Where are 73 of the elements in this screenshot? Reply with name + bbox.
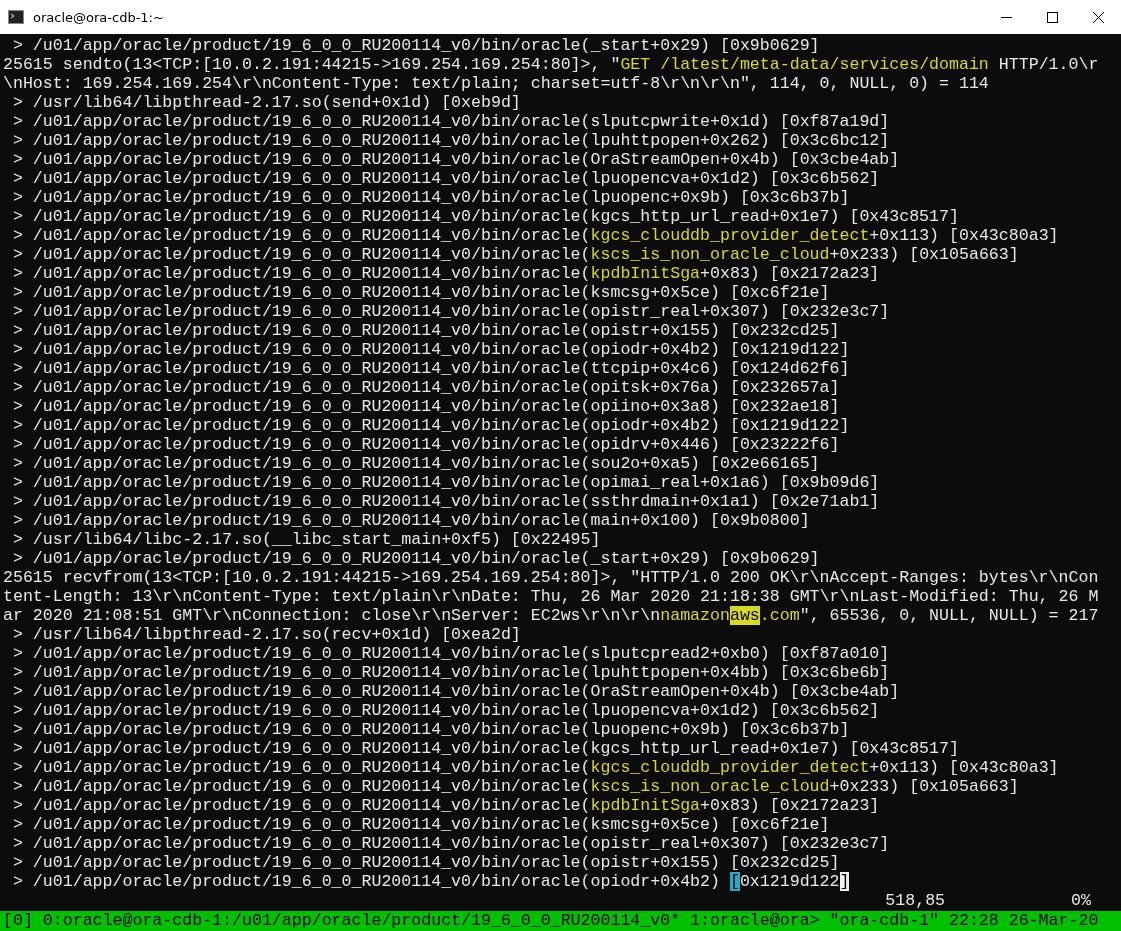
terminal-text: +0x233) [0x105a663] — [829, 245, 1019, 264]
terminal-text: +0x113) [0x43c80a3] — [869, 758, 1059, 777]
matching-bracket: [ — [729, 872, 740, 891]
terminal-text: > /u01/app/oracle/product/19_6_0_0_RU200114_v0/bin/oracle(lpuhttpopen+0x262) [0x3c6bc12] — [11, 131, 890, 150]
terminal-text: +0x233) [0x105a663] — [829, 777, 1019, 796]
highlighted-text: kgcs_clouddb_provider_detect — [590, 226, 870, 245]
highlighted-text: kscs_is_non_oracle_cloud — [590, 245, 830, 264]
terminal-text: > /u01/app/oracle/product/19_6_0_0_RU200114_v0/bin/oracle(ksmcsg+0x5ce) [0xc6f21e] — [11, 815, 830, 834]
terminal-text: > /u01/app/oracle/product/19_6_0_0_RU200114_v0/bin/oracle(opidrv+0x446) [0x23222f6] — [11, 435, 840, 454]
terminal-text: > /u01/app/oracle/product/19_6_0_0_RU200114_v0/bin/oracle(lpuhttpopen+0x4bb) [0x3c6be6b] — [11, 663, 890, 682]
highlighted-text: kscs_is_non_oracle_cloud — [590, 777, 830, 796]
terminal-text: > /u01/app/oracle/product/19_6_0_0_RU200114_v0/bin/oracle(opiino+0x3a8) [0x232ae18] — [11, 397, 840, 416]
highlighted-text: kpdbInitSga — [590, 264, 701, 283]
terminal-text: > /u01/app/oracle/product/19_6_0_0_RU200114_v0/bin/oracle( — [11, 226, 591, 245]
scroll-percent: 0% — [1071, 891, 1091, 910]
highlighted-text: kgcs_clouddb_provider_detect — [590, 758, 870, 777]
terminal-text: > /u01/app/oracle/product/19_6_0_0_RU200114_v0/bin/oracle(slputcpwrite+0x1d) [0xf87a19d] — [11, 112, 890, 131]
terminal-text: +0x113) [0x43c80a3] — [869, 226, 1059, 245]
close-icon — [1092, 11, 1104, 23]
highlighted-text: kpdbInitSga — [590, 796, 701, 815]
window-title: oracle@ora-cdb-1:~ — [33, 9, 165, 25]
terminal-text: > /u01/app/oracle/product/19_6_0_0_RU200114_v0/bin/oracle(opimai_real+0x1a6) [0x9b09d6] — [11, 473, 880, 492]
terminal-text: > /u01/app/oracle/product/19_6_0_0_RU200114_v0/bin/oracle(ksmcsg+0x5ce) [0xc6f21e] — [11, 283, 830, 302]
terminal-text: > /u01/app/oracle/product/19_6_0_0_RU200114_v0/bin/oracle(OraStreamOpen+0x4b) [0x3cbe4ab] — [11, 682, 900, 701]
terminal-text: > /u01/app/oracle/product/19_6_0_0_RU200114_v0/bin/oracle(lpuopenc+0x9b) [0x3c6b37b] — [11, 720, 850, 739]
terminal-text: > /u01/app/oracle/product/19_6_0_0_RU200114_v0/bin/oracle(_start+0x29) [0x9b0629] — [11, 549, 820, 568]
terminal-text: > /u01/app/oracle/product/19_6_0_0_RU200114_v0/bin/oracle(sou2o+0xa5) [0x2e66165] — [11, 454, 820, 473]
terminal-text: > /u01/app/oracle/product/19_6_0_0_RU200114_v0/bin/oracle( — [11, 758, 591, 777]
terminal-text: > /u01/app/oracle/product/19_6_0_0_RU200114_v0/bin/oracle(opiodr+0x4b2) — [11, 872, 721, 891]
highlighted-text: GET /latest/meta-data/services/domain — [620, 55, 989, 74]
terminal-text: 25615 recvfrom(13<TCP:[10.0.2.191:44215->169.254.169.254:80]>, "HTTP/1.0 200 OK\r\nAccept-Ranges: bytes\r\nCon — [3, 568, 1099, 587]
terminal-text: > /u01/app/oracle/product/19_6_0_0_RU200114_v0/bin/oracle(opiodr+0x4b2) [0x1219d122] — [11, 416, 850, 435]
maximize-icon — [1046, 11, 1058, 23]
terminal-text: tent-Length: 13\r\nContent-Type: text/plain\r\nDate: Thu, 26 Mar 2020 21:18:38 GMT\r\nLast-Modified: Thu, 26 M — [3, 587, 1099, 606]
terminal-text: > /usr/lib64/libc-2.17.so(__libc_start_main+0xf5) [0x22495] — [11, 530, 601, 549]
terminal-text: > /u01/app/oracle/product/19_6_0_0_RU200114_v0/bin/oracle(lpuopencva+0x1d2) [0x3c6b562] — [11, 169, 880, 188]
terminal-text: > /u01/app/oracle/product/19_6_0_0_RU200114_v0/bin/oracle(opistr_real+0x307) [0x232e3c7] — [11, 302, 890, 321]
search-match: aws — [729, 606, 760, 625]
terminal-text: > /u01/app/oracle/product/19_6_0_0_RU200114_v0/bin/oracle( — [11, 264, 591, 283]
terminal-text: > /u01/app/oracle/product/19_6_0_0_RU200114_v0/bin/oracle(kgcs_http_url_read+0x1e7) [0x43c8517] — [11, 207, 959, 226]
status-bar: [0] 0:oracle@ora-cdb-1:/u01/app/oracle/product/19_6_0_0_RU200114_v0* 1:oracle@ora> "ora-cdb-1" 22:28 26-Mar-20 — [0, 911, 1121, 931]
terminal-text: > /u01/app/oracle/product/19_6_0_0_RU200114_v0/bin/oracle(ssthrdmain+0x1a1) [0x2e71ab1] — [11, 492, 880, 511]
terminal-text: > /u01/app/oracle/product/19_6_0_0_RU200114_v0/bin/oracle(ttcpip+0x4c6) [0x124d62f6] — [11, 359, 850, 378]
terminal-text: > /usr/lib64/libpthread-2.17.so(send+0x1d) [0xeb9d] — [11, 93, 521, 112]
cursor: ] — [839, 872, 850, 891]
terminal-text: 0x1219d122 — [739, 872, 840, 891]
terminal-text: > /u01/app/oracle/product/19_6_0_0_RU200114_v0/bin/oracle(lpuopenc+0x9b) [0x3c6b37b] — [11, 188, 850, 207]
terminal-text: +0x83) [0x2172a23] — [700, 796, 880, 815]
terminal-text: > /u01/app/oracle/product/19_6_0_0_RU200114_v0/bin/oracle(opistr+0x155) [0x232cd25] — [11, 321, 840, 340]
terminal-text: > /u01/app/oracle/product/19_6_0_0_RU200114_v0/bin/oracle(opiodr+0x4b2) [0x1219d122] — [11, 340, 850, 359]
terminal-text: ", 65536, 0, NULL, NULL) = 217 — [799, 606, 1099, 625]
terminal-text: > /u01/app/oracle/product/19_6_0_0_RU200114_v0/bin/oracle(opistr+0x155) [0x232cd25] — [11, 853, 840, 872]
terminal-text: > /u01/app/oracle/product/19_6_0_0_RU200114_v0/bin/oracle(lpuopencva+0x1d2) [0x3c6b562] — [11, 701, 880, 720]
terminal-text: ar 2020 21:08:51 GMT\r\nConnection: close\r\nServer: EC2ws\r\n\r\n — [3, 606, 661, 625]
terminal-text: 25615 sendto(13<TCP:[10.0.2.191:44215->169.254.169.254:80]>, " — [3, 55, 621, 74]
terminal-text: > /u01/app/oracle/product/19_6_0_0_RU200114_v0/bin/oracle(_start+0x29) [0x9b0629] — [11, 36, 820, 55]
terminal-text: > /u01/app/oracle/product/19_6_0_0_RU200114_v0/bin/oracle( — [11, 777, 591, 796]
highlighted-text: namazon — [660, 606, 730, 625]
terminal-text: > /u01/app/oracle/product/19_6_0_0_RU200114_v0/bin/oracle(kgcs_http_url_read+0x1e7) [0x43c8517] — [11, 739, 959, 758]
terminal-text: HTTP/1.0\r — [997, 55, 1099, 74]
terminal-icon — [8, 10, 24, 24]
terminal-text: \nHost: 169.254.169.254\r\nContent-Type: text/plain; charset=utf-8\r\n\r\n", 114, 0, NULL, 0) = 114 — [3, 74, 989, 93]
terminal-text: +0x83) [0x2172a23] — [700, 264, 880, 283]
terminal-text: > /u01/app/oracle/product/19_6_0_0_RU200114_v0/bin/oracle( — [11, 245, 591, 264]
cursor-position: 518,85 — [885, 891, 946, 910]
terminal-text: > /u01/app/oracle/product/19_6_0_0_RU200114_v0/bin/oracle(opistr_real+0x307) [0x232e3c7] — [11, 834, 890, 853]
highlighted-text: .com — [759, 606, 800, 625]
terminal-text: > /u01/app/oracle/product/19_6_0_0_RU200114_v0/bin/oracle(OraStreamOpen+0x4b) [0x3cbe4ab] — [11, 150, 900, 169]
terminal-text: > /u01/app/oracle/product/19_6_0_0_RU200114_v0/bin/oracle(main+0x100) [0x9b0800] — [11, 511, 810, 530]
terminal-text: > /u01/app/oracle/product/19_6_0_0_RU200114_v0/bin/oracle(opitsk+0x76a) [0x232657a] — [11, 378, 840, 397]
terminal-text: > /usr/lib64/libpthread-2.17.so(recv+0x1d) [0xea2d] — [11, 625, 521, 644]
terminal-text: > /u01/app/oracle/product/19_6_0_0_RU200114_v0/bin/oracle( — [11, 796, 591, 815]
terminal-text: > /u01/app/oracle/product/19_6_0_0_RU200114_v0/bin/oracle(slputcpread2+0xb0) [0xf87a010] — [11, 644, 890, 663]
